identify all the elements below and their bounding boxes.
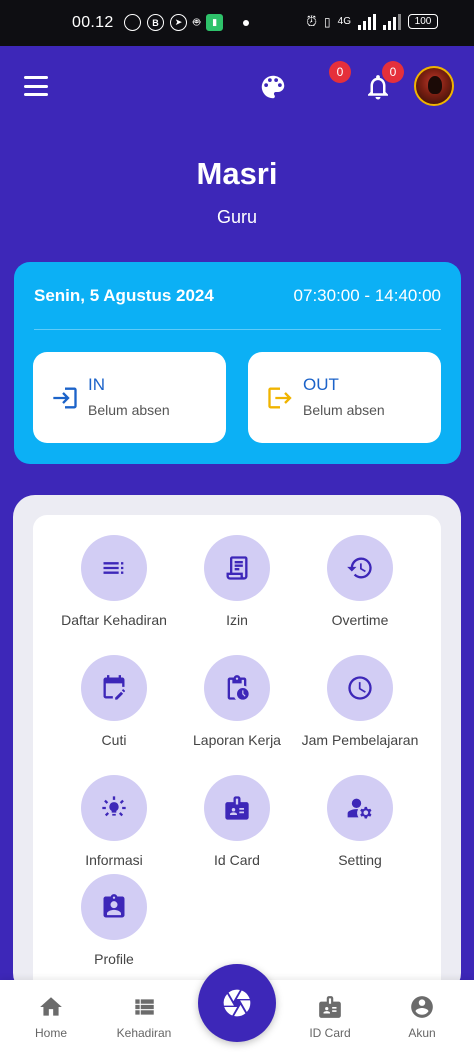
clock-restore-icon (347, 557, 372, 579)
menu-item-label: Cuti (101, 732, 127, 748)
menu-item-izin[interactable]: Izin (172, 535, 302, 628)
attendance-hours: 07:30:00 - 14:40:00 (293, 286, 441, 305)
nav-label: Kehadiran (116, 1026, 172, 1040)
battery-saver-icon: ▮ (206, 14, 224, 31)
menu-item-label: Informasi (85, 852, 143, 868)
user-name: Masri (196, 156, 278, 191)
menu-item-daftar-kehadiran[interactable]: Daftar Kehadiran (49, 535, 179, 628)
whatsapp-icon (124, 14, 141, 31)
menu-item-jam-pembelajaran[interactable]: Jam Pembelajaran (295, 655, 425, 748)
menu-item-label: Laporan Kerja (193, 732, 281, 748)
menu-item-overtime[interactable]: Overtime (295, 535, 425, 628)
nav-item-home[interactable]: Home (11, 994, 91, 1040)
menu-grid: Daftar Kehadiran Izin Overtime Cuti Lapo… (33, 515, 441, 995)
calendar-edit-icon (103, 675, 126, 700)
badge-icon (225, 796, 249, 820)
check-in-button[interactable]: IN Belum absen (33, 352, 226, 443)
nav-label: Home (34, 1026, 67, 1040)
notification-badge: 0 (382, 61, 404, 83)
menu-item-label: Daftar Kehadiran (61, 612, 167, 628)
menu-item-informasi[interactable]: Informasi (49, 775, 179, 868)
divider (34, 329, 441, 330)
camera-shutter-icon (223, 989, 251, 1017)
menu-item-label: Jam Pembelajaran (301, 732, 419, 748)
nav-label: ID Card (309, 1026, 351, 1040)
check-out-button[interactable]: OUT Belum absen (248, 352, 441, 443)
logout-icon (268, 387, 292, 409)
avatar[interactable] (414, 66, 454, 106)
status-system-icons: ⏰︎ ▯ 4G 100 (306, 13, 438, 30)
clipboard-clock-icon (227, 675, 249, 700)
hamburger-menu-icon[interactable] (24, 76, 48, 96)
menu-item-label: Id Card (214, 852, 260, 868)
status-notification-icons: B ➤ 🤖︎ ▮ (120, 14, 250, 31)
nav-item-id-card[interactable]: ID Card (290, 994, 370, 1040)
menu-item-laporan-kerja[interactable]: Laporan Kerja (172, 655, 302, 748)
badge-icon (319, 996, 341, 1018)
user-gear-icon (347, 798, 372, 819)
home-icon (40, 997, 62, 1016)
menu-item-label: Overtime (331, 612, 389, 628)
check-out-title: OUT (303, 375, 339, 394)
attendance-card: Senin, 5 Agustus 2024 07:30:00 - 14:40:0… (14, 262, 461, 464)
menu-item-cuti[interactable]: Cuti (49, 655, 179, 748)
check-out-status: Belum absen (303, 402, 385, 418)
notification-badge: 0 (329, 61, 351, 83)
receipt-icon (226, 556, 248, 580)
attendance-date: Senin, 5 Agustus 2024 (34, 286, 214, 305)
nav-item-akun[interactable]: Akun (382, 994, 462, 1040)
check-in-title: IN (88, 375, 105, 394)
user-role: Guru (216, 207, 258, 227)
network-type-label: 4G (337, 16, 351, 27)
more-notifications-dot (243, 19, 250, 26)
nav-label: Akun (408, 1026, 436, 1040)
menu-item-setting[interactable]: Setting (295, 775, 425, 868)
vibrate-icon: ▯ (324, 14, 331, 29)
signal-icon (358, 13, 376, 30)
menu-item-profile[interactable]: Profile (49, 874, 179, 967)
lightbulb-icon (102, 796, 126, 817)
login-icon (53, 387, 77, 409)
telegram-icon: ➤ (170, 14, 187, 31)
alarm-icon: ⏰︎ (306, 13, 318, 29)
check-in-status: Belum absen (88, 402, 170, 418)
list-icon (103, 562, 124, 574)
account-circle-icon (411, 996, 433, 1018)
menu-panel: Daftar Kehadiran Izin Overtime Cuti Lapo… (13, 495, 461, 995)
menu-item-label: Setting (338, 852, 382, 868)
b-app-icon: B (147, 14, 164, 31)
menu-item-id-card[interactable]: Id Card (172, 775, 302, 868)
status-time: 00.12 (72, 14, 114, 31)
account-box-icon (103, 894, 125, 918)
list-icon (135, 999, 154, 1015)
battery-indicator: 100 (408, 14, 438, 29)
menu-item-label: Profile (94, 951, 134, 967)
robot-icon: 🤖︎ (193, 15, 201, 29)
palette-icon[interactable] (258, 72, 288, 102)
camera-shutter-button[interactable] (198, 964, 276, 1042)
status-bar: 00.12 B ➤ 🤖︎ ▮ ⏰︎ ▯ 4G 100 (0, 0, 474, 46)
clock-icon (348, 676, 372, 700)
menu-item-label: Izin (226, 612, 248, 628)
nav-item-kehadiran[interactable]: Kehadiran (104, 994, 184, 1040)
signal-icon-2 (383, 13, 401, 30)
